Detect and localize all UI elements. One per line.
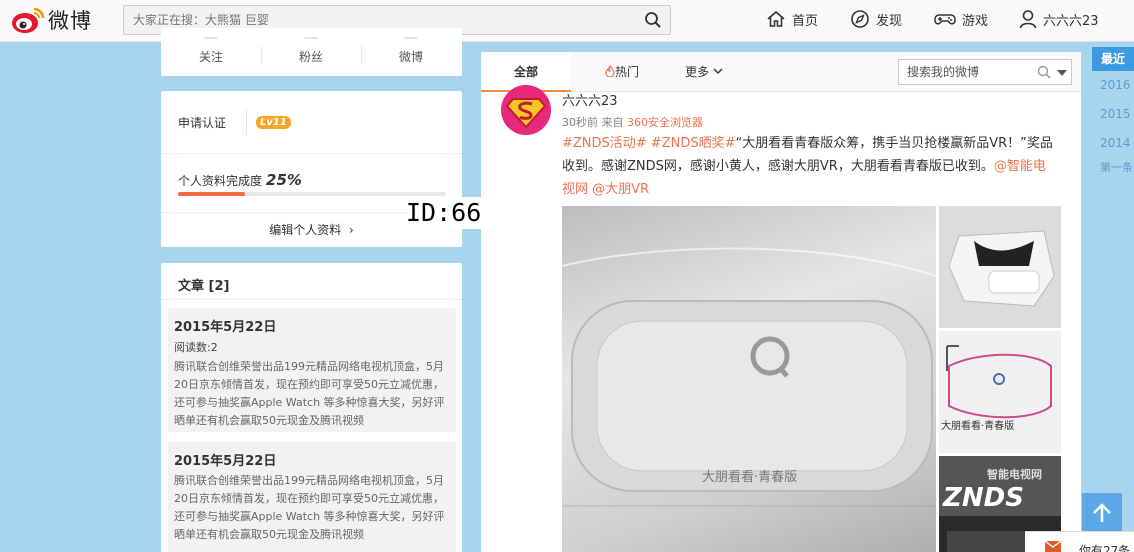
search-icon[interactable] [644,11,662,32]
article-reads: 阅读数:2 [174,341,218,354]
feed-tabs: 全部 热门 更多 [481,52,1081,92]
level-badge[interactable]: Lv11 [256,116,291,129]
svg-text:ZNDS: ZNDS [942,483,1024,513]
articles-card: 文章 [2] 2015年5月22日 阅读数:2 腾讯联合创维荣誉出品199元精品… [161,263,462,552]
post-time[interactable]: 30秒前 来自 [562,116,624,129]
nav-discover[interactable]: 发现 [850,9,902,29]
search-icon[interactable] [1037,65,1051,79]
article-summary: 腾讯联合创维荣誉出品199元精品网络电视机顶盒，5月20日京东倾情首发，现在预约… [174,360,445,427]
article-item[interactable]: 2015年5月22日 阅读数:2 腾讯联合创维荣誉出品199元精品网络电视机顶盒… [168,308,456,432]
my-weibo-search [898,59,1072,85]
fans-count-hidden: — [304,30,318,46]
weibo-eye-icon [10,5,46,35]
article-date: 2015年5月22日 [174,454,277,469]
dropdown-triangle-icon[interactable] [1057,70,1067,76]
article-date: 2015年5月22日 [174,320,277,335]
stats-card: — — — 关注 粉丝 微博 [161,28,462,76]
article-item[interactable]: 2015年5月22日 腾讯联合创维荣誉出品199元精品网络电视机顶盒，5月20日… [168,442,456,552]
nav-username: 六六六23 [1043,13,1099,29]
stat-follow[interactable]: 关注 [161,48,261,65]
svg-text:大朋看看·青春版: 大朋看看·青春版 [941,419,1014,432]
message-notification[interactable]: 你有27条 [1025,531,1134,552]
articles-title[interactable]: 文章 [2] [178,275,229,294]
post-source[interactable]: 360安全浏览器 [627,116,703,129]
nav-games-label: 游戏 [962,13,989,29]
completion-label: 个人资料完成度 25% [178,171,302,189]
completion-progress-bar [178,192,446,196]
post-text: #ZNDS活动# #ZNDS晒奖#“大朋看看青春版众筹，携手当贝抢楼赢新品VR！… [562,132,1057,201]
vr-headset-photo: 大朋看看·青春版 [562,247,936,507]
nav-profile[interactable]: 六六六23 [1019,9,1099,29]
svg-text:智能电视网: 智能电视网 [987,467,1042,481]
superman-logo-icon [505,98,547,129]
compass-icon [851,10,869,28]
timeline-year-2015[interactable]: 2015 [1092,100,1134,129]
my-weibo-search-input[interactable] [899,60,1029,84]
apply-certification-link[interactable]: 申请认证 [178,114,226,131]
completion-value: 25% [266,171,302,189]
nav-games[interactable]: 游戏 [934,9,988,29]
follow-count-hidden: — [204,30,218,46]
chevron-right-icon: › [348,223,354,237]
back-to-top-button[interactable] [1082,493,1122,533]
timeline-year-2016[interactable]: 2016 [1092,71,1134,100]
vr-box-thumb: 大朋看看·青春版 [939,331,1061,453]
arrow-up-icon [1093,503,1111,522]
stat-fans[interactable]: 粉丝 [261,48,361,65]
home-icon [767,10,785,27]
chevron-down-icon [713,68,723,74]
tab-hot[interactable]: 热门 [597,52,647,92]
divider [161,299,462,300]
stat-weibo[interactable]: 微博 [361,48,461,65]
logo-text: 微博 [48,9,92,33]
post-meta: 30秒前 来自 360安全浏览器 [562,114,703,130]
gamepad-icon [934,14,956,25]
year-timeline: 最近 2016 2015 2014 第一条 [1092,47,1134,178]
nav-home-label: 首页 [792,13,819,29]
avatar[interactable] [501,85,551,135]
nav-discover-label: 发现 [876,13,903,29]
article-summary: 腾讯联合创维荣誉出品199元精品网络电视机顶盒，5月20日京东倾情首发，现在预约… [174,474,445,541]
post-topics[interactable]: #ZNDS活动# #ZNDS晒奖# [562,136,736,151]
tab-more[interactable]: 更多 [679,52,729,92]
vr-headset-thumb [939,206,1061,328]
timeline-recent[interactable]: 最近 [1092,47,1134,71]
user-icon [1019,10,1037,29]
timeline-year-2014[interactable]: 2014 [1092,129,1134,158]
feed-panel: 全部 热门 更多 六六六23 30秒前 来自 360安全浏览器 #ZNDS活动#… [481,52,1081,552]
flame-icon [605,65,615,78]
post-image-thumb[interactable] [939,206,1061,328]
timeline-first-post[interactable]: 第一条 [1092,158,1134,178]
completion-progress-fill [178,192,245,196]
divider [246,109,247,135]
post-username[interactable]: 六六六23 [562,90,618,109]
weibo-count-hidden: — [404,30,418,46]
post-image-thumb[interactable]: 大朋看看·青春版 [939,331,1061,453]
weibo-logo[interactable]: 微博 [10,5,92,35]
svg-text:大朋看看·青春版: 大朋看看·青春版 [702,469,797,485]
post-image-main[interactable]: 大朋看看·青春版 [562,206,936,552]
nav-home[interactable]: 首页 [766,9,818,29]
divider [161,153,462,154]
envelope-icon [1045,541,1061,552]
